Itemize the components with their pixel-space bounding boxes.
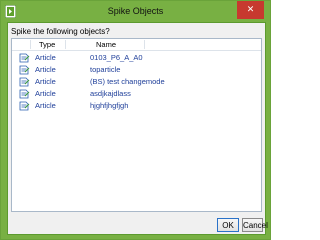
list-item[interactable]: Article (BS) test changemode (12, 76, 261, 88)
row-type: Article (35, 65, 56, 74)
row-name: toparticle (90, 65, 121, 74)
column-header-name[interactable]: Name (96, 39, 116, 50)
row-name: 0103_P6_A_A0 (90, 53, 143, 62)
column-separator[interactable] (144, 40, 145, 49)
article-icon (19, 89, 30, 99)
row-name: (BS) test changemode (90, 77, 165, 86)
close-button[interactable]: ✕ (237, 1, 264, 19)
window-title: Spike Objects (107, 6, 164, 16)
column-separator[interactable] (65, 40, 66, 49)
dialog-window: Spike Objects ✕ Spike the following obje… (0, 0, 271, 240)
column-separator[interactable] (30, 40, 31, 49)
list-item[interactable]: Article hjghfjhgfjgh (12, 100, 261, 112)
cancel-button[interactable]: Cancel (242, 218, 268, 232)
list-item[interactable]: Article toparticle (12, 64, 261, 76)
column-header-type[interactable]: Type (39, 39, 55, 50)
row-type: Article (35, 101, 56, 110)
row-type: Article (35, 77, 56, 86)
article-icon (19, 53, 30, 63)
list-item[interactable]: Article asdjkajdlass (12, 88, 261, 100)
objects-list[interactable]: Type Name Article 0103_P6_A_A0 Article t… (11, 38, 262, 212)
article-icon (19, 65, 30, 75)
list-header: Type Name (12, 39, 261, 51)
row-type: Article (35, 53, 56, 62)
title-bar[interactable]: Spike Objects ✕ (1, 1, 270, 22)
ok-button[interactable]: OK (217, 218, 239, 232)
dialog-body: Spike the following objects? Type Name A… (7, 22, 268, 235)
list-item[interactable]: Article 0103_P6_A_A0 (12, 52, 261, 64)
row-name: asdjkajdlass (90, 89, 131, 98)
article-icon (19, 101, 30, 111)
row-type: Article (35, 89, 56, 98)
prompt-text: Spike the following objects? (11, 27, 110, 36)
row-name: hjghfjhgfjgh (90, 101, 129, 110)
article-icon (19, 77, 30, 87)
